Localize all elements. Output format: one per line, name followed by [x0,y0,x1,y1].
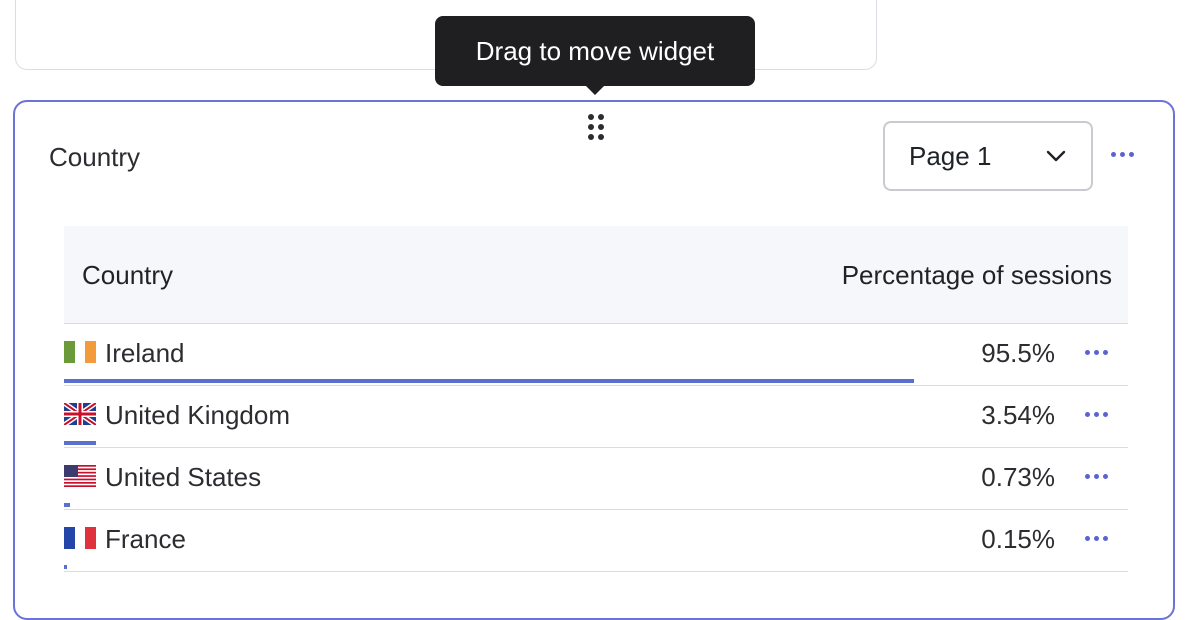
share-bar [64,565,67,569]
table-row[interactable]: United Kingdom 3.54% [64,386,1128,448]
share-bar [64,441,96,445]
share-bar [64,379,914,383]
country-name: United States [105,462,262,492]
flag-france-icon [64,527,96,549]
country-name: Ireland [105,338,185,368]
column-header-country[interactable]: Country [82,260,173,291]
percentage-value: 0.73% [981,462,1055,492]
percentage-value: 0.15% [981,524,1055,554]
percentage-value: 3.54% [981,400,1055,430]
share-bar [64,503,70,507]
country-name: France [105,524,186,554]
flag-us-icon [64,465,96,487]
page-select-value: Page 1 [909,140,992,171]
row-more-options-icon[interactable] [1085,350,1108,355]
table-header: Country Percentage of sessions [64,226,1128,324]
flag-uk-icon [64,403,96,425]
country-name: United Kingdom [105,400,290,430]
country-table: Country Percentage of sessions Ireland 9… [64,226,1128,572]
drag-handle-icon[interactable] [588,114,604,140]
page-select-dropdown[interactable]: Page 1 [883,121,1093,191]
flag-ireland-icon [64,341,96,363]
widget-more-options-icon[interactable] [1111,146,1141,162]
table-row[interactable]: France 0.15% [64,510,1128,572]
table-row[interactable]: Ireland 95.5% [64,324,1128,386]
row-more-options-icon[interactable] [1085,474,1108,479]
widget-title: Country [49,142,141,172]
table-row[interactable]: United States 0.73% [64,448,1128,510]
column-header-percentage[interactable]: Percentage of sessions [842,260,1112,291]
chevron-down-icon [1046,150,1066,162]
country-widget: Country Page 1 Country Percentage of ses… [13,100,1175,620]
row-more-options-icon[interactable] [1085,536,1108,541]
percentage-value: 95.5% [981,338,1055,368]
row-more-options-icon[interactable] [1085,412,1108,417]
drag-tooltip: Drag to move widget [435,16,755,95]
tooltip-text: Drag to move widget [475,35,715,66]
